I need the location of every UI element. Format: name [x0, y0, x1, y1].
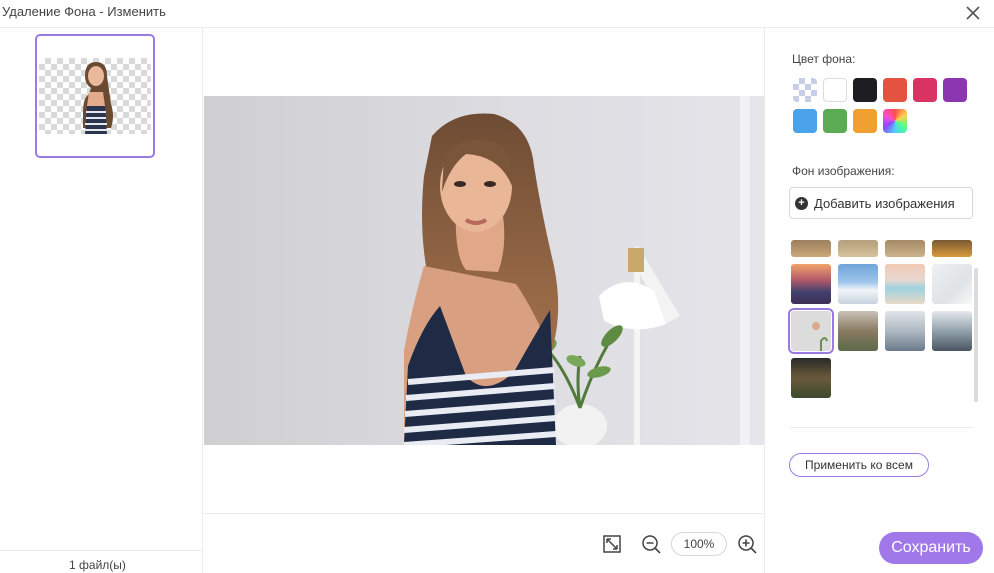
bg-thumb-ocean-sunset[interactable]: [791, 264, 831, 304]
bg-thumb-beach-sunset[interactable]: [791, 240, 831, 257]
bg-thumb-pastel-beach[interactable]: [885, 264, 925, 304]
add-image-label: Добавить изображения: [814, 196, 955, 211]
file-thumbnail[interactable]: [35, 34, 155, 158]
bg-thumb-seaside-path[interactable]: [885, 240, 925, 257]
save-button[interactable]: Сохранить: [879, 532, 983, 564]
swatch-purple[interactable]: [943, 78, 967, 102]
scrollbar[interactable]: [974, 268, 978, 402]
bg-thumb-night-building[interactable]: [791, 358, 831, 398]
title-bar: Удаление Фона - Изменить: [0, 0, 994, 28]
close-icon[interactable]: [964, 4, 982, 22]
bg-thumb-cafe-interior[interactable]: [838, 311, 878, 351]
bg-thumb-minimal-wall[interactable]: [788, 308, 834, 354]
bg-thumb-modern-office[interactable]: [932, 311, 972, 351]
divider: [0, 550, 202, 551]
swatch-green[interactable]: [823, 109, 847, 133]
zoom-level[interactable]: 100%: [671, 532, 727, 556]
bg-thumb-white-room[interactable]: [932, 264, 972, 304]
swatch-crimson[interactable]: [913, 78, 937, 102]
divider: [203, 513, 764, 514]
fit-screen-icon[interactable]: [601, 533, 623, 555]
plus-icon: +: [795, 197, 808, 210]
person-cutout-thumbnail: [83, 62, 113, 134]
apply-to-all-button[interactable]: Применить ко всем: [789, 453, 929, 477]
swatch-orange[interactable]: [853, 109, 877, 133]
window-title: Удаление Фона - Изменить: [2, 4, 166, 19]
bg-thumb-office-interior[interactable]: [885, 311, 925, 351]
swatch-orange-red[interactable]: [883, 78, 907, 102]
bg-thumb-beach-sand[interactable]: [838, 240, 878, 257]
settings-panel: Цвет фона: Фон изображения: + Добавить и…: [764, 28, 994, 573]
bg-color-label: Цвет фона:: [792, 52, 856, 66]
add-image-button[interactable]: + Добавить изображения: [789, 187, 973, 219]
bg-thumb-desert-horizon[interactable]: [932, 240, 972, 257]
divider: [789, 427, 973, 428]
transparent-preview: [39, 58, 151, 134]
swatch-transparent[interactable]: [793, 78, 817, 102]
bg-thumb-snowy-mountains[interactable]: [838, 264, 878, 304]
zoom-out-icon[interactable]: [640, 533, 662, 555]
swatch-white[interactable]: [823, 78, 847, 102]
zoom-in-icon[interactable]: [736, 533, 758, 555]
preview-image: [204, 96, 764, 445]
bg-image-label: Фон изображения:: [792, 164, 895, 178]
preview-canvas[interactable]: [204, 96, 764, 445]
swatch-rainbow[interactable]: [883, 109, 907, 133]
swatch-sky-blue[interactable]: [793, 109, 817, 133]
file-count: 1 файл(ы): [69, 558, 126, 572]
file-list-panel: 1 файл(ы): [0, 28, 203, 573]
swatch-black[interactable]: [853, 78, 877, 102]
